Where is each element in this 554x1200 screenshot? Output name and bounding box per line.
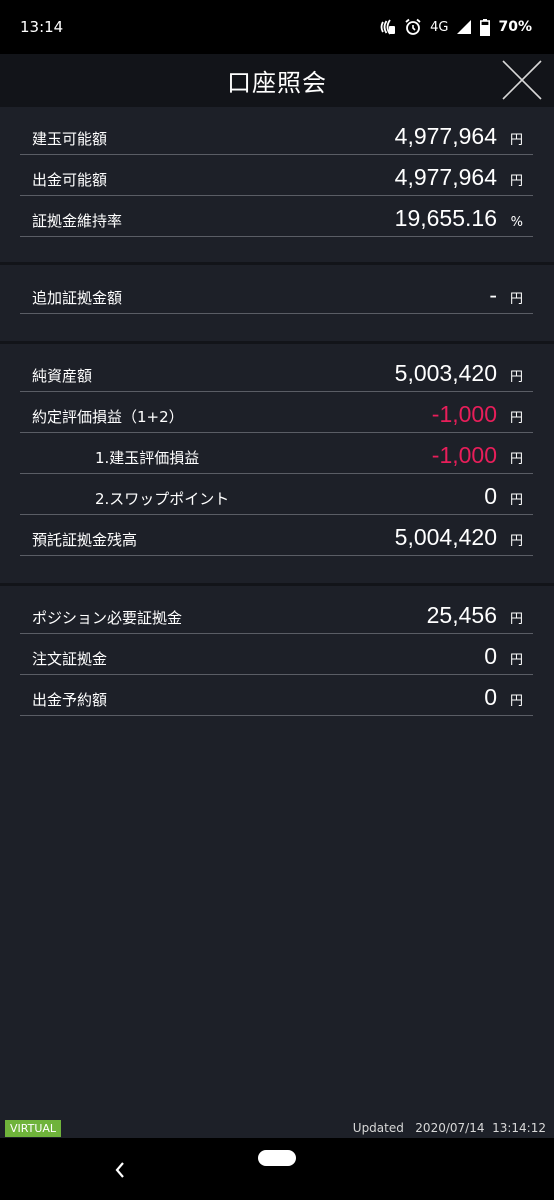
- home-button[interactable]: [258, 1150, 296, 1166]
- row-value: 5,004,420: [394, 524, 497, 550]
- row-value: 0: [484, 684, 497, 710]
- network-type: 4G: [430, 19, 449, 35]
- list-item: 純資産額 5,003,420 円: [20, 351, 533, 392]
- row-value: -: [489, 282, 497, 308]
- list-item: 1.建玉評価損益 -1,000 円: [20, 433, 533, 474]
- page-title: 口座照会: [227, 69, 327, 97]
- row-label: 2.スワップポイント: [95, 490, 230, 508]
- list-item: ポジション必要証拠金 25,456 円: [20, 593, 533, 634]
- row-value: 4,977,964: [394, 164, 497, 190]
- row-unit: 円: [509, 493, 523, 508]
- section-divider: [0, 583, 554, 586]
- row-label: 注文証拠金: [32, 650, 108, 668]
- row-value: 4,977,964: [394, 123, 497, 149]
- section-divider: [0, 262, 554, 265]
- header-bar: 口座照会: [0, 54, 554, 107]
- list-item: 追加証拠金額 - 円: [20, 273, 533, 314]
- status-bar: 13:14 4G 70%: [0, 0, 554, 54]
- status-icons: 4G 70%: [378, 18, 532, 36]
- row-value: 0: [484, 483, 497, 509]
- row-label: 追加証拠金額: [32, 289, 123, 307]
- row-unit: 円: [509, 653, 523, 668]
- list-item: 出金予約額 0 円: [20, 675, 533, 716]
- status-time: 13:14: [20, 18, 64, 36]
- row-value-negative: -1,000: [431, 401, 497, 427]
- row-unit: 円: [509, 411, 523, 426]
- row-label: 預託証拠金残高: [32, 531, 138, 549]
- row-unit: 円: [509, 370, 523, 385]
- list-item: 預託証拠金残高 5,004,420 円: [20, 515, 533, 556]
- row-label: ポジション必要証拠金: [32, 609, 183, 627]
- battery-percent: 70%: [498, 19, 532, 35]
- additional-margin-section: 追加証拠金額 - 円: [20, 273, 533, 314]
- required-margin-section: ポジション必要証拠金 25,456 円 注文証拠金 0 円 出金予約額 0 円: [20, 593, 533, 716]
- row-label: 出金予約額: [32, 691, 108, 709]
- virtual-badge: VIRTUAL: [5, 1120, 62, 1137]
- assets-section: 純資産額 5,003,420 円 約定評価損益（1+2） -1,000 円 1.…: [20, 351, 533, 556]
- row-label: 1.建玉評価損益: [95, 449, 200, 467]
- row-unit: %: [510, 215, 523, 230]
- row-value: 5,003,420: [394, 360, 497, 386]
- row-label: 出金可能額: [32, 171, 108, 189]
- list-item: 出金可能額 4,977,964 円: [20, 155, 533, 196]
- row-label: 約定評価損益（1+2）: [32, 408, 184, 426]
- row-unit: 円: [509, 452, 523, 467]
- row-value: 19,655.16: [394, 205, 497, 231]
- row-unit: 円: [509, 612, 523, 627]
- row-unit: 円: [509, 292, 523, 307]
- back-icon[interactable]: [110, 1158, 130, 1182]
- alarm-icon: [405, 18, 421, 35]
- nfc-icon: [380, 19, 396, 35]
- row-unit: 円: [509, 133, 523, 148]
- updated-timestamp: Updated 2020/07/14 13:14:12: [352, 1121, 546, 1135]
- list-item: 2.スワップポイント 0 円: [20, 474, 533, 515]
- list-item: 証拠金維持率 19,655.16 %: [20, 196, 533, 237]
- close-icon[interactable]: [500, 58, 544, 102]
- list-item: 注文証拠金 0 円: [20, 634, 533, 675]
- signal-icon: [457, 20, 472, 34]
- row-unit: 円: [509, 534, 523, 549]
- row-label: 建玉可能額: [32, 130, 108, 148]
- row-label: 純資産額: [32, 367, 93, 385]
- row-value: 25,456: [426, 602, 497, 628]
- row-value-negative: -1,000: [431, 442, 497, 468]
- row-label: 証拠金維持率: [32, 212, 123, 230]
- list-item: 建玉可能額 4,977,964 円: [20, 114, 533, 155]
- row-value: 0: [484, 643, 497, 669]
- system-nav-bar: [0, 1138, 554, 1200]
- row-unit: 円: [509, 174, 523, 189]
- list-item: 約定評価損益（1+2） -1,000 円: [20, 392, 533, 433]
- battery-icon: [480, 18, 491, 36]
- section-divider: [0, 341, 554, 344]
- margin-summary-section: 建玉可能額 4,977,964 円 出金可能額 4,977,964 円 証拠金維…: [20, 114, 533, 237]
- row-unit: 円: [509, 694, 523, 709]
